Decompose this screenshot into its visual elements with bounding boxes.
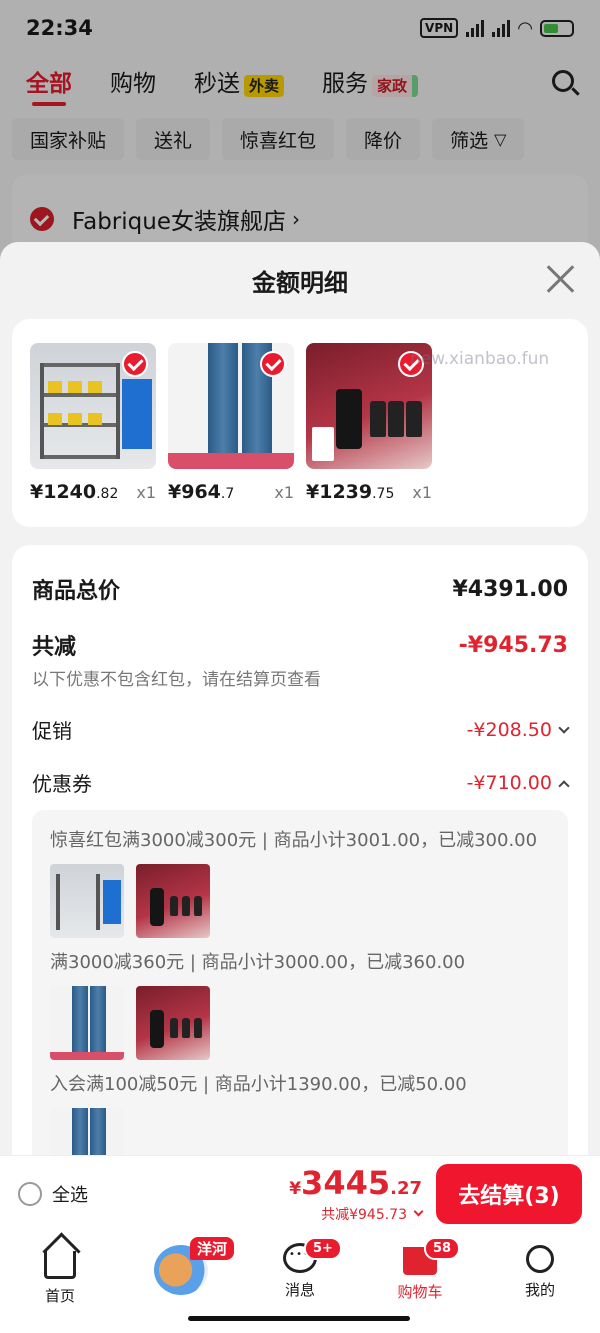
tab-me-label: 我的 <box>524 1281 555 1299</box>
product-price: ¥1239.75 <box>306 481 395 503</box>
coupon-detail-box: 惊喜红包满3000减300元 | 商品小计3001.00，已减300.00 满3… <box>32 810 568 1160</box>
coupon-thumbs <box>50 986 550 1060</box>
checkout-bar: 全选 ¥3445.27 共减¥945.73 去结算(3) <box>0 1155 600 1231</box>
product-item[interactable]: ¥1240.82 x1 <box>30 343 156 527</box>
total-value: ¥4391.00 <box>452 576 568 602</box>
watermark-text: new.xianbao.fun <box>410 349 550 369</box>
product-check-icon[interactable] <box>122 351 148 377</box>
product-image-jeans <box>168 343 294 469</box>
reduce-value: -¥945.73 <box>458 632 568 658</box>
close-icon[interactable] <box>546 264 576 294</box>
promo-label: 促销 <box>32 719 72 743</box>
total-summary[interactable]: ¥3445.27 共减¥945.73 <box>289 1163 424 1224</box>
coupon-label: 优惠券 <box>32 772 92 796</box>
product-qty: x1 <box>412 483 432 502</box>
coupon-thumbs <box>50 1108 550 1160</box>
cart-badge: 58 <box>424 1237 461 1260</box>
reduce-label: 共减 <box>32 635 77 660</box>
product-item[interactable]: ¥964.7 x1 <box>168 343 294 527</box>
thumb-lancome <box>136 864 210 938</box>
thumb-lancome <box>136 986 210 1060</box>
product-price: ¥1240.82 <box>30 481 119 503</box>
discount-note: 以下优惠不包含红包，请在结算页查看 <box>32 670 321 690</box>
total-label: 商品总价 <box>32 579 121 604</box>
promo-tag: 洋河 <box>190 1237 235 1260</box>
product-image-shelf <box>30 343 156 469</box>
coupon-value: -¥710.00 <box>467 772 570 794</box>
amount-detail-sheet: 金额明细 ¥1240.82 x1 ¥964.7 x1 ¥1239.75 x1 n… <box>0 242 600 1160</box>
product-qty: x1 <box>274 483 294 502</box>
total-price: ¥3445.27 <box>289 1163 422 1202</box>
amount-detail-card: 商品总价 ¥4391.00 共减 -¥945.73 以下优惠不包含红包，请在结算… <box>12 545 588 1160</box>
coupon-line: 惊喜红包满3000减300元 | 商品小计3001.00，已减300.00 <box>50 830 538 851</box>
promo-value: -¥208.50 <box>467 719 570 741</box>
product-price: ¥964.7 <box>168 481 235 503</box>
chevron-down-icon <box>558 721 570 734</box>
tab-home-label: 首页 <box>44 1287 75 1305</box>
sheet-header: 金额明细 <box>0 242 600 318</box>
profile-icon <box>526 1245 554 1273</box>
total-row: 商品总价 ¥4391.00 <box>32 573 568 605</box>
tab-messages-label: 消息 <box>284 1281 315 1299</box>
product-item[interactable]: ¥1239.75 x1 <box>306 343 432 527</box>
checkout-button[interactable]: 去结算(3) <box>436 1163 582 1224</box>
product-check-icon[interactable] <box>260 351 286 377</box>
tab-me[interactable]: 我的 <box>480 1231 600 1333</box>
sheet-title: 金额明细 <box>252 268 348 297</box>
tab-cart-label: 购物车 <box>397 1283 443 1301</box>
home-icon <box>44 1251 76 1279</box>
reduce-row: 共减 -¥945.73 <box>32 629 568 661</box>
coupon-line: 满3000减360元 | 商品小计3000.00，已减360.00 <box>50 952 466 973</box>
coupon-thumbs <box>50 864 550 938</box>
tab-home[interactable]: 首页 <box>0 1231 120 1333</box>
select-all-radio[interactable] <box>18 1181 42 1206</box>
total-reduce: 共减¥945.73 <box>321 1204 424 1224</box>
thumb-jeans <box>50 1108 124 1160</box>
chevron-down-icon <box>413 1206 424 1216</box>
coupon-row[interactable]: 优惠券 -¥710.00 <box>32 768 570 797</box>
chevron-up-icon <box>558 779 570 792</box>
select-all-label[interactable]: 全选 <box>52 1181 88 1207</box>
thumb-jeans <box>50 986 124 1060</box>
product-qty: x1 <box>136 483 156 502</box>
promo-row[interactable]: 促销 -¥208.50 <box>32 715 570 744</box>
messages-badge: 5+ <box>304 1237 342 1260</box>
coupon-line: 入会满100减50元 | 商品小计1390.00，已减50.00 <box>50 1074 467 1095</box>
home-indicator <box>188 1316 410 1321</box>
thumb-shelf <box>50 864 124 938</box>
